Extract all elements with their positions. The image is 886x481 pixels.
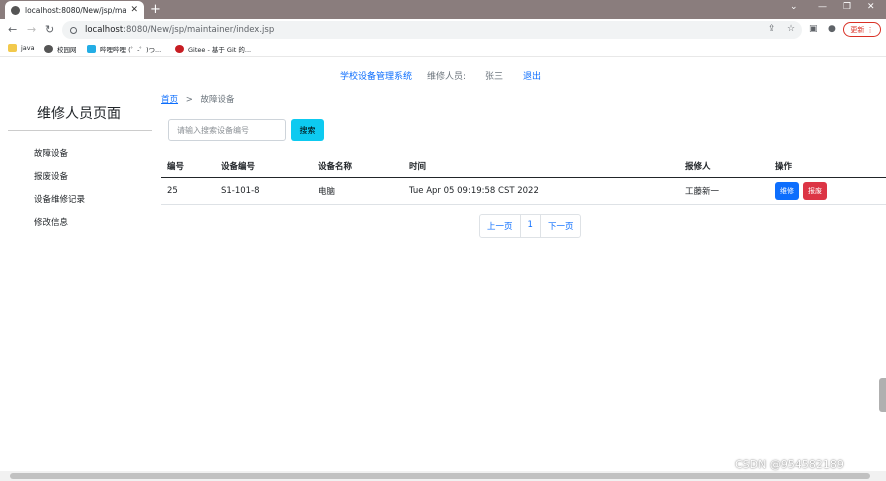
col-header-device-name: 设备名称	[312, 155, 403, 178]
update-button[interactable]: 更新 ⋮	[843, 22, 881, 37]
col-header-actions: 操作	[769, 155, 886, 178]
bookmark-label: 哔哩哔哩 (゜-゜)つ...	[100, 46, 162, 54]
faulty-device-table: 编号 设备编号 设备名称 时间 报修人 操作 25 S1-101-8 电脑 Tu…	[161, 155, 886, 205]
minimize-icon[interactable]: —	[818, 2, 827, 12]
restore-icon[interactable]: ❐	[843, 2, 851, 12]
search-button[interactable]: 搜索	[291, 119, 324, 141]
tab-title: localhost:8080/New/jsp/mainte	[25, 5, 127, 15]
cell-device-name: 电脑	[312, 177, 403, 205]
page-number-1[interactable]: 1	[521, 215, 541, 237]
side-panel-icon[interactable]: ▣	[809, 24, 818, 34]
address-bar[interactable]: localhost:8080/New/jsp/maintainer/index.…	[62, 21, 802, 39]
side-scroll-handle[interactable]	[879, 378, 886, 412]
bookmark-label: Gitee - 基于 Git 的...	[188, 46, 252, 54]
col-header-reporter: 报修人	[679, 155, 769, 178]
browser-toolbar: ← → ↻ localhost:8080/New/jsp/maintainer/…	[0, 19, 886, 41]
repair-button[interactable]: 维修	[775, 182, 799, 200]
table-header-row: 编号 设备编号 设备名称 时间 报修人 操作	[161, 155, 886, 178]
reload-icon[interactable]: ↻	[45, 23, 54, 36]
bookmark-java[interactable]: java	[8, 44, 35, 52]
search-input[interactable]	[168, 119, 286, 141]
browser-titlebar: localhost:8080/New/jsp/mainte ✕ + ⌄ — ❐ …	[0, 0, 886, 19]
sidebar-item-faulty[interactable]: 故障设备	[34, 147, 68, 159]
sidebar-item-repair-records[interactable]: 设备维修记录	[34, 193, 85, 205]
logout-link[interactable]: 退出	[523, 69, 541, 82]
scrap-button[interactable]: 报废	[803, 182, 827, 200]
cell-id: 25	[161, 177, 215, 205]
role-label: 维修人员:	[427, 72, 467, 82]
bookmark-label: java	[21, 44, 35, 52]
cell-device-no: S1-101-8	[215, 177, 312, 205]
window-close-icon[interactable]: ✕	[867, 2, 875, 12]
url-host: localhost	[85, 25, 124, 35]
breadcrumb-current: 故障设备	[200, 95, 235, 105]
back-icon[interactable]: ←	[8, 23, 17, 36]
share-icon[interactable]: ⇪	[768, 24, 776, 34]
bilibili-icon	[87, 45, 96, 53]
prev-page-button[interactable]: 上一页	[480, 215, 521, 237]
bookmark-gitee[interactable]: Gitee - 基于 Git 的...	[175, 44, 251, 54]
col-header-time: 时间	[403, 155, 679, 178]
user-name: 张三	[485, 72, 504, 82]
tab-list-chevron-icon[interactable]: ⌄	[790, 2, 798, 12]
globe-icon	[11, 5, 20, 15]
forward-icon[interactable]: →	[27, 23, 36, 36]
breadcrumb: 首页 > 故障设备	[161, 93, 235, 105]
sidebar-title: 维修人员页面	[37, 106, 121, 122]
globe-icon	[44, 45, 53, 53]
sidebar-item-edit-info[interactable]: 修改信息	[34, 216, 68, 228]
cell-time: Tue Apr 05 09:19:58 CST 2022	[403, 177, 679, 205]
sidebar-item-scrapped[interactable]: 报废设备	[34, 170, 68, 182]
system-link[interactable]: 学校设备管理系统	[340, 69, 412, 82]
table-row: 25 S1-101-8 电脑 Tue Apr 05 09:19:58 CST 2…	[161, 177, 886, 205]
bookmark-campus[interactable]: 校园网	[44, 44, 77, 54]
breadcrumb-home[interactable]: 首页	[161, 95, 178, 105]
gitee-icon	[175, 45, 184, 53]
cell-reporter: 工藤新一	[679, 177, 769, 205]
profile-icon[interactable]: ●	[828, 24, 836, 34]
browser-tab[interactable]: localhost:8080/New/jsp/mainte ✕	[5, 1, 144, 19]
csdn-watermark: CSDN @954582189	[735, 458, 844, 471]
new-tab-icon[interactable]: +	[150, 1, 161, 18]
cell-actions: 维修 报废	[769, 177, 886, 205]
bookmark-label: 校园网	[57, 46, 77, 54]
bookmarks-bar: java 校园网 哔哩哔哩 (゜-゜)つ... Gitee - 基于 Git 的…	[0, 41, 886, 57]
scrollbar-thumb[interactable]	[10, 473, 870, 479]
site-info-icon[interactable]	[70, 26, 77, 34]
folder-icon	[8, 44, 17, 52]
sidebar-divider	[8, 130, 152, 131]
horizontal-scrollbar[interactable]	[0, 471, 886, 481]
breadcrumb-separator: >	[185, 95, 193, 105]
url-path: :8080/New/jsp/maintainer/index.jsp	[123, 25, 275, 35]
close-tab-icon[interactable]: ✕	[130, 5, 138, 15]
pagination: 上一页 1 下一页	[479, 214, 582, 238]
bookmark-star-icon[interactable]: ☆	[787, 24, 795, 34]
col-header-device-no: 设备编号	[215, 155, 312, 178]
col-header-id: 编号	[161, 155, 215, 178]
bookmark-bilibili[interactable]: 哔哩哔哩 (゜-゜)つ...	[87, 44, 161, 54]
next-page-button[interactable]: 下一页	[541, 215, 581, 237]
